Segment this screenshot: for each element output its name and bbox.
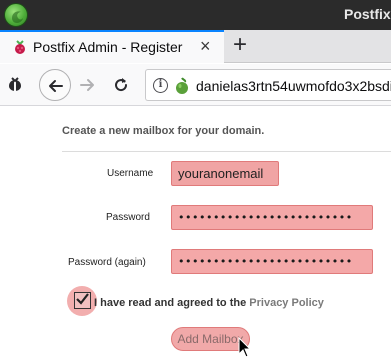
forward-button[interactable] bbox=[78, 76, 96, 99]
tab-postfix-admin-register[interactable]: Postfix Admin - Register × bbox=[0, 30, 224, 63]
reload-icon bbox=[115, 78, 128, 92]
url-bar[interactable]: i danielas3rtn54uwmofdo3x2bsdifr4 bbox=[145, 69, 391, 101]
url-text: danielas3rtn54uwmofdo3x2bsdifr4 bbox=[196, 78, 391, 94]
reload-button[interactable] bbox=[112, 76, 130, 99]
agree-label-text: I have read and agreed to the bbox=[94, 297, 250, 309]
password-mask: ••••••••••••••••••••••••• bbox=[178, 211, 353, 224]
site-info-icon[interactable]: i bbox=[153, 78, 168, 93]
agree-checkbox[interactable] bbox=[74, 292, 91, 309]
agree-label: I have read and agreed to the Privacy Po… bbox=[94, 297, 324, 309]
firefox-logo-icon bbox=[4, 3, 28, 27]
onion-site-icon bbox=[174, 77, 190, 100]
mouse-cursor-icon bbox=[238, 336, 252, 363]
navigation-toolbar: i danielas3rtn54uwmofdo3x2bsdifr4 bbox=[0, 64, 391, 106]
heading-divider bbox=[62, 151, 391, 152]
arrow-left-icon bbox=[49, 80, 63, 92]
password-again-mask: ••••••••••••••••••••••••• bbox=[178, 255, 353, 268]
username-input[interactable] bbox=[172, 162, 278, 185]
username-label: Username bbox=[107, 168, 154, 179]
raspberry-icon bbox=[13, 40, 27, 61]
tab-title: Postfix Admin - Register bbox=[33, 39, 183, 55]
password-again-label: Password (again) bbox=[68, 257, 146, 268]
password-field[interactable]: ••••••••••••••••••••••••• bbox=[171, 205, 373, 230]
form-heading: Create a new mailbox for your domain. bbox=[62, 125, 265, 137]
tab-close-icon[interactable]: × bbox=[200, 36, 211, 56]
agree-row: I have read and agreed to the Privacy Po… bbox=[62, 286, 391, 316]
window-title: Postfix bbox=[344, 6, 391, 22]
tracking-protection-icon[interactable] bbox=[6, 76, 24, 99]
window-titlebar: Postfix bbox=[0, 0, 391, 30]
checkmark-icon bbox=[76, 293, 89, 305]
page-content bbox=[0, 107, 391, 363]
arrow-right-icon bbox=[80, 79, 94, 91]
password-label: Password bbox=[106, 212, 150, 223]
new-tab-button[interactable]: + bbox=[233, 32, 247, 58]
tab-strip: Postfix Admin - Register × + bbox=[0, 30, 391, 63]
password-again-field[interactable]: ••••••••••••••••••••••••• bbox=[171, 249, 373, 274]
username-field[interactable] bbox=[171, 161, 279, 186]
privacy-policy-link[interactable]: Privacy Policy bbox=[249, 297, 324, 309]
back-button[interactable] bbox=[39, 69, 71, 101]
